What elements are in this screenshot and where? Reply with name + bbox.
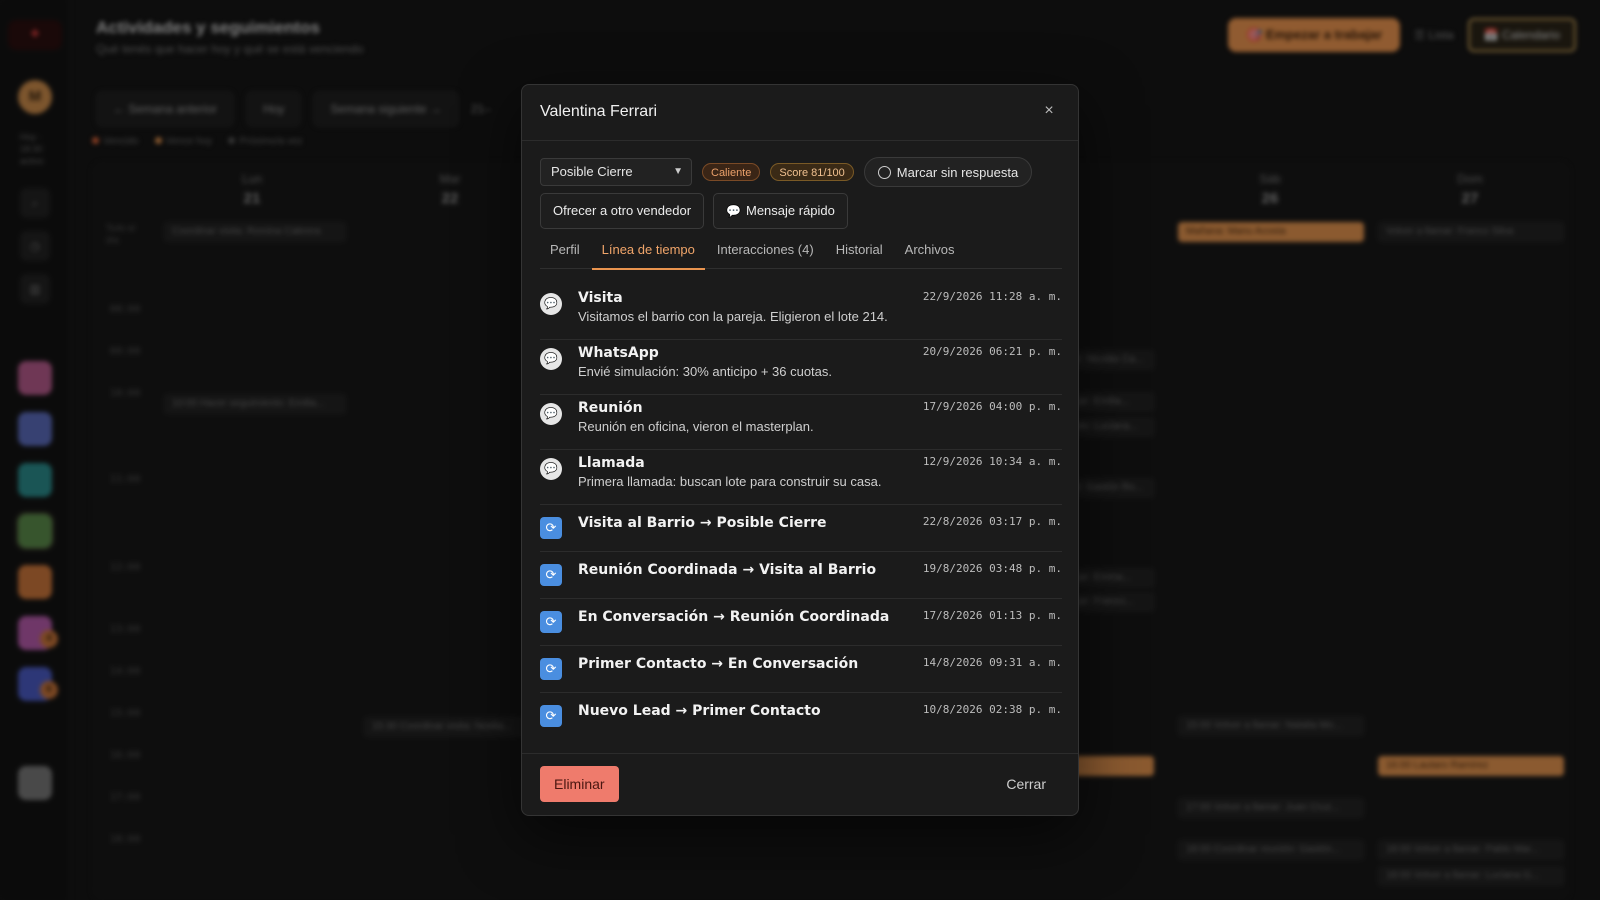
- chat-bubble-icon: 💬: [540, 348, 562, 370]
- timeline-item: ⟳ Primer Contacto → En Conversación 14/8…: [540, 646, 1062, 693]
- delete-button[interactable]: Eliminar: [540, 766, 619, 802]
- timeline-item-date: 20/9/2026 06:21 p. m.: [922, 345, 1062, 358]
- modal-title: Valentina Ferrari: [540, 103, 658, 120]
- timeline-item-desc: Primera llamada: buscan lote para constr…: [578, 474, 882, 489]
- chevron-down-icon: ▼: [673, 166, 683, 177]
- mark-no-reply-button[interactable]: Marcar sin respuesta: [863, 157, 1033, 187]
- sync-icon: ⟳: [540, 705, 562, 727]
- quick-message-label: Mensaje rápido: [745, 203, 835, 218]
- stage-select[interactable]: Posible Cierre ▼: [540, 158, 692, 186]
- tab-timeline[interactable]: Línea de tiempo: [591, 239, 706, 270]
- tab-files[interactable]: Archivos: [895, 239, 965, 269]
- timeline-item-date: 22/8/2026 03:17 p. m.: [922, 515, 1062, 528]
- timeline-item-title: WhatsApp: [578, 345, 659, 361]
- timeline-item-desc: Visitamos el barrio con la pareja. Eligi…: [578, 309, 888, 324]
- timeline-item-title: Nuevo Lead → Primer Contacto: [578, 703, 821, 719]
- stage-select-value: Posible Cierre: [551, 164, 633, 179]
- speech-bubble-icon: 💬: [726, 204, 741, 218]
- sync-icon: ⟳: [540, 517, 562, 539]
- timeline-item-title: Primer Contacto → En Conversación: [578, 656, 859, 672]
- timeline-item-date: 10/8/2026 02:38 p. m.: [922, 703, 1062, 716]
- timeline-item: 💬 WhatsApp Envié simulación: 30% anticip…: [540, 340, 1062, 395]
- timeline-item-title: En Conversación → Reunión Coordinada: [578, 609, 890, 625]
- timeline-item-date: 19/8/2026 03:48 p. m.: [922, 562, 1062, 575]
- timeline-item-title: Visita al Barrio → Posible Cierre: [578, 515, 827, 531]
- offer-to-other-seller-button[interactable]: Ofrecer a otro vendedor: [540, 193, 705, 229]
- timeline-item: 💬 Llamada Primera llamada: buscan lote p…: [540, 450, 1062, 505]
- chat-bubble-icon: 💬: [540, 458, 562, 480]
- tab-history[interactable]: Historial: [826, 239, 893, 269]
- sync-icon: ⟳: [540, 658, 562, 680]
- quick-message-button[interactable]: 💬 Mensaje rápido: [713, 193, 848, 229]
- timeline-item-title: Llamada: [578, 455, 645, 471]
- modal-tabs: Perfil Línea de tiempo Interacciones (4)…: [540, 239, 1062, 270]
- timeline-item-title: Visita: [578, 290, 623, 306]
- tab-interactions[interactable]: Interacciones (4): [707, 239, 824, 269]
- timeline-item: ⟳ Visita al Barrio → Posible Cierre 22/8…: [540, 505, 1062, 552]
- mark-no-reply-label: Marcar sin respuesta: [896, 164, 1019, 180]
- timeline-item-desc: Envié simulación: 30% anticipo + 36 cuot…: [578, 364, 833, 379]
- timeline-list: 💬 Visita Visitamos el barrio con la pare…: [540, 285, 1062, 740]
- timeline-item-title: Reunión Coordinada → Visita al Barrio: [578, 562, 877, 578]
- score-badge: Score 81/100: [770, 163, 854, 181]
- lead-actions-row: Ofrecer a otro vendedor 💬 Mensaje rápido: [540, 193, 848, 229]
- timeline-item-date: 14/8/2026 09:31 a. m.: [922, 656, 1062, 669]
- chat-bubble-icon: 💬: [540, 293, 562, 315]
- lead-detail-modal: Valentina Ferrari × Posible Cierre ▼ Cal…: [521, 84, 1079, 816]
- timeline-item: 💬 Reunión Reunión en oficina, vieron el …: [540, 395, 1062, 450]
- timeline-item-desc: Reunión en oficina, vieron el masterplan…: [578, 419, 814, 434]
- lead-controls-row: Posible Cierre ▼ Caliente Score 81/100 M…: [540, 157, 1033, 187]
- temperature-badge: Caliente: [702, 163, 761, 181]
- timeline-item: ⟳ Nuevo Lead → Primer Contacto 10/8/2026…: [540, 693, 1062, 740]
- sync-icon: ⟳: [540, 564, 562, 586]
- chat-bubble-icon: 💬: [540, 403, 562, 425]
- timeline-item-title: Reunión: [578, 400, 643, 416]
- timeline-item: 💬 Visita Visitamos el barrio con la pare…: [540, 285, 1062, 340]
- timeline-item-date: 17/9/2026 04:00 p. m.: [922, 400, 1062, 413]
- timeline-item: ⟳ En Conversación → Reunión Coordinada 1…: [540, 599, 1062, 646]
- timeline-item-date: 12/9/2026 10:34 a. m.: [922, 455, 1062, 468]
- modal-header: Valentina Ferrari ×: [522, 85, 1078, 141]
- close-icon[interactable]: ×: [1038, 100, 1060, 122]
- radio-circle-icon: [877, 165, 891, 179]
- sync-icon: ⟳: [540, 611, 562, 633]
- modal-footer: Eliminar Cerrar: [522, 753, 1078, 815]
- tab-profile[interactable]: Perfil: [540, 239, 590, 269]
- close-button[interactable]: Cerrar: [996, 766, 1056, 802]
- timeline-item: ⟳ Reunión Coordinada → Visita al Barrio …: [540, 552, 1062, 599]
- timeline-item-date: 22/9/2026 11:28 a. m.: [922, 290, 1062, 303]
- timeline-item-date: 17/8/2026 01:13 p. m.: [922, 609, 1062, 622]
